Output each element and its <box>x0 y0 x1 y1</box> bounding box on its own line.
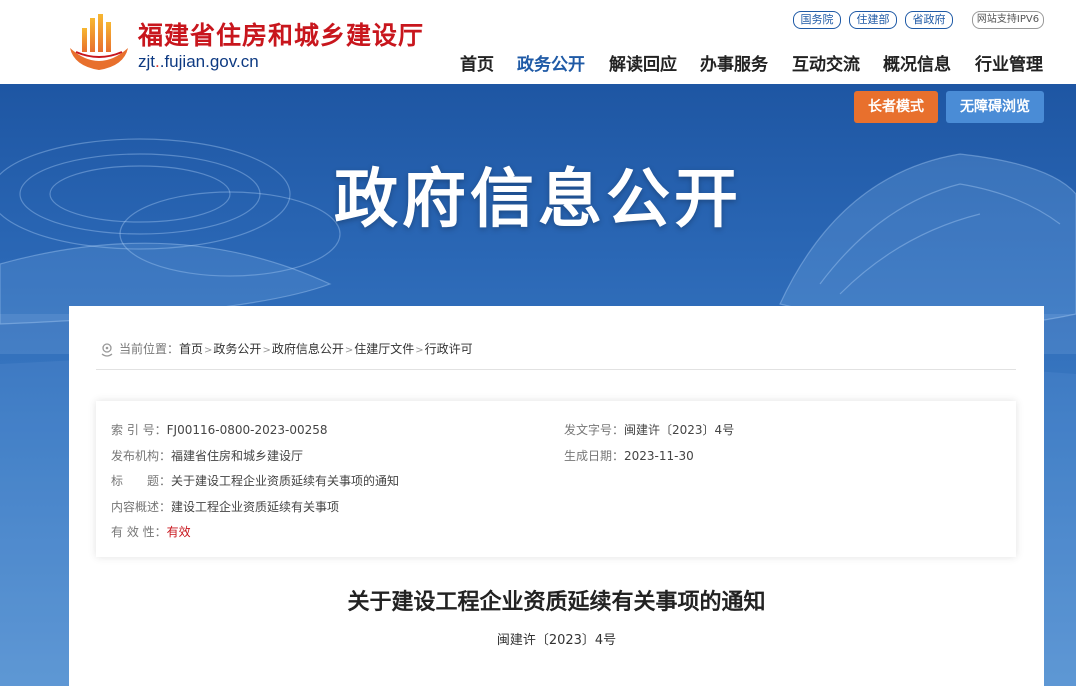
meta-summary-value: 建设工程企业资质延续有关事项 <box>171 500 340 514</box>
breadcrumb-gov-affairs[interactable]: 政务公开 <box>213 342 261 356</box>
meta-publisher-key: 发布机构： <box>111 449 172 463</box>
accessible-browse-button[interactable]: 无障碍浏览 <box>946 91 1044 123</box>
ipv6-badge: 网站支持IPV6 <box>972 11 1044 29</box>
document-metadata: 索 引 号：FJ00116-0800-2023-00258 发文字号：闽建许〔2… <box>96 401 1016 557</box>
meta-publisher-value: 福建省住房和城乡建设厅 <box>171 449 304 463</box>
link-state-council[interactable]: 国务院 <box>793 11 841 29</box>
elder-mode-button[interactable]: 长者模式 <box>854 91 938 123</box>
nav-interpretation[interactable]: 解读回应 <box>609 50 677 75</box>
site-title[interactable]: 福建省住房和城乡建设厅 <box>138 16 424 52</box>
breadcrumb: 当前位置：首页>政务公开>政府信息公开>住建厅文件>行政许可 <box>99 340 473 357</box>
document-number: 闽建许〔2023〕4号 <box>496 633 617 648</box>
meta-doc-number-value: 闽建许〔2023〕4号 <box>624 423 735 437</box>
breadcrumb-dept-docs[interactable]: 住建厅文件 <box>354 342 414 356</box>
breadcrumb-sep: > <box>262 345 271 356</box>
meta-title-value: 关于建设工程企业资质延续有关事项的通知 <box>171 474 400 488</box>
meta-date-key: 生成日期： <box>564 449 625 463</box>
nav-gov-affairs[interactable]: 政务公开 <box>517 50 585 75</box>
nav-interaction[interactable]: 互动交流 <box>792 50 860 75</box>
nav-industry[interactable]: 行业管理 <box>975 50 1043 75</box>
meta-doc-number: 发文字号：闽建许〔2023〕4号 <box>564 421 734 438</box>
banner-title: 政府信息公开 <box>334 163 742 237</box>
meta-title-key: 标 题： <box>111 474 172 488</box>
nav-overview[interactable]: 概况信息 <box>883 50 951 75</box>
content-panel: 当前位置：首页>政务公开>政府信息公开>住建厅文件>行政许可 索 引 号：FJ0… <box>69 306 1044 686</box>
breadcrumb-info-disclosure[interactable]: 政府信息公开 <box>272 342 344 356</box>
meta-index-value: FJ00116-0800-2023-00258 <box>166 423 328 437</box>
link-mohurd[interactable]: 住建部 <box>849 11 897 29</box>
meta-index-key: 索 引 号： <box>111 423 167 437</box>
nav-services[interactable]: 办事服务 <box>700 50 768 75</box>
meta-summary-key: 内容概述： <box>111 500 172 514</box>
site-header: 福建省住房和城乡建设厅 zjt..fujian.gov.cn 国务院 住建部 省… <box>0 0 1076 84</box>
meta-title: 标 题：关于建设工程企业资质延续有关事项的通知 <box>111 472 399 489</box>
divider <box>96 369 1016 370</box>
meta-validity: 有 效 性：有效 <box>111 523 191 540</box>
meta-index: 索 引 号：FJ00116-0800-2023-00258 <box>111 421 328 438</box>
breadcrumb-sep: > <box>204 345 213 356</box>
meta-validity-key: 有 效 性： <box>111 525 167 539</box>
document-title: 关于建设工程企业资质延续有关事项的通知 <box>347 590 766 615</box>
meta-validity-value: 有效 <box>166 525 191 539</box>
link-province-gov[interactable]: 省政府 <box>905 11 953 29</box>
breadcrumb-sep: > <box>344 345 354 356</box>
breadcrumb-label: 当前位置： <box>119 342 180 356</box>
nav-home[interactable]: 首页 <box>460 50 494 75</box>
meta-publisher: 发布机构：福建省住房和城乡建设厅 <box>111 447 303 464</box>
main-nav: 首页 政务公开 解读回应 办事服务 互动交流 概况信息 行业管理 <box>0 50 1076 75</box>
breadcrumb-sep: > <box>415 345 424 356</box>
breadcrumb-home[interactable]: 首页 <box>179 342 203 356</box>
breadcrumb-admin-permit[interactable]: 行政许可 <box>425 342 473 356</box>
meta-date-value: 2023-11-30 <box>624 449 694 463</box>
meta-summary: 内容概述：建设工程企业资质延续有关事项 <box>111 498 339 515</box>
meta-date: 生成日期：2023-11-30 <box>564 447 694 464</box>
location-pin-icon <box>101 342 113 357</box>
meta-doc-number-key: 发文字号： <box>564 423 625 437</box>
